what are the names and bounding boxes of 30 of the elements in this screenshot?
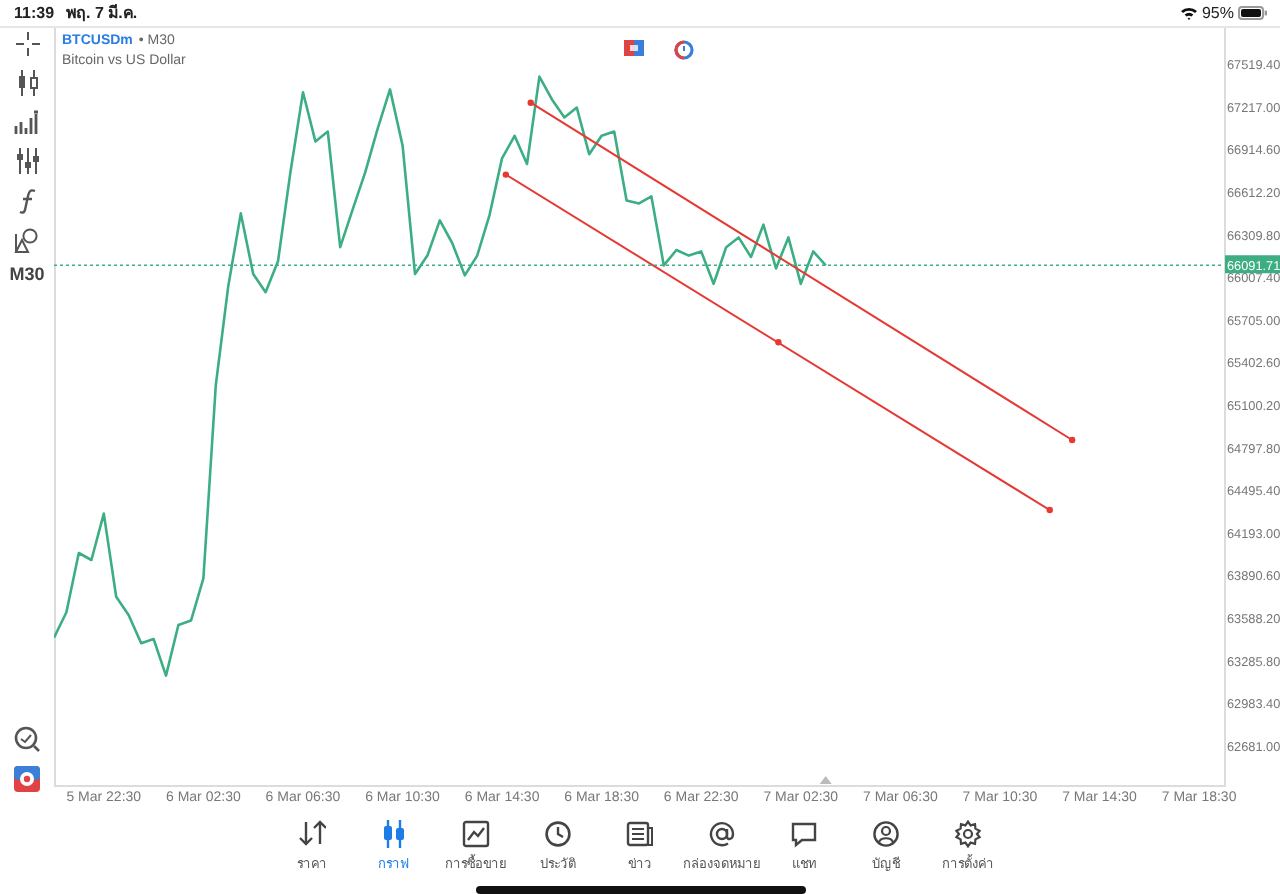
sort-arrows-icon <box>298 820 326 848</box>
handle-icon[interactable] <box>775 339 782 346</box>
candlestick-icon <box>380 820 408 848</box>
line-chart-icon <box>462 820 490 848</box>
trade-panel-icon[interactable] <box>624 40 644 56</box>
status-date: พฤ. 7 มี.ค. <box>66 2 138 26</box>
at-sign-icon <box>708 820 736 848</box>
status-time: 11:39 <box>14 4 55 22</box>
handle-icon[interactable] <box>502 171 509 178</box>
settings-icon <box>954 820 982 848</box>
battery-icon <box>1238 6 1268 20</box>
chat-bubble-icon <box>790 820 818 848</box>
current-bar-marker-icon <box>819 776 832 784</box>
candlestick-icon[interactable] <box>15 70 39 96</box>
newspaper-icon <box>626 820 654 848</box>
sliders-icon[interactable] <box>15 148 39 174</box>
indicator-icon[interactable] <box>14 110 40 134</box>
crosshair-icon[interactable] <box>15 32 39 56</box>
handle-icon[interactable] <box>1046 506 1053 514</box>
logo-icon[interactable] <box>14 766 40 792</box>
person-icon <box>872 820 900 848</box>
trend-line[interactable] <box>527 99 1076 444</box>
handle-icon[interactable] <box>1068 436 1076 444</box>
shapes-icon[interactable] <box>14 228 40 254</box>
wifi-icon <box>1179 6 1198 20</box>
timeframe-label[interactable]: M30 <box>9 264 45 284</box>
timer-icon[interactable] <box>674 40 694 60</box>
handle-icon[interactable] <box>527 99 534 106</box>
battery-percentage: 95% <box>1201 4 1234 22</box>
function-icon[interactable] <box>17 188 37 214</box>
